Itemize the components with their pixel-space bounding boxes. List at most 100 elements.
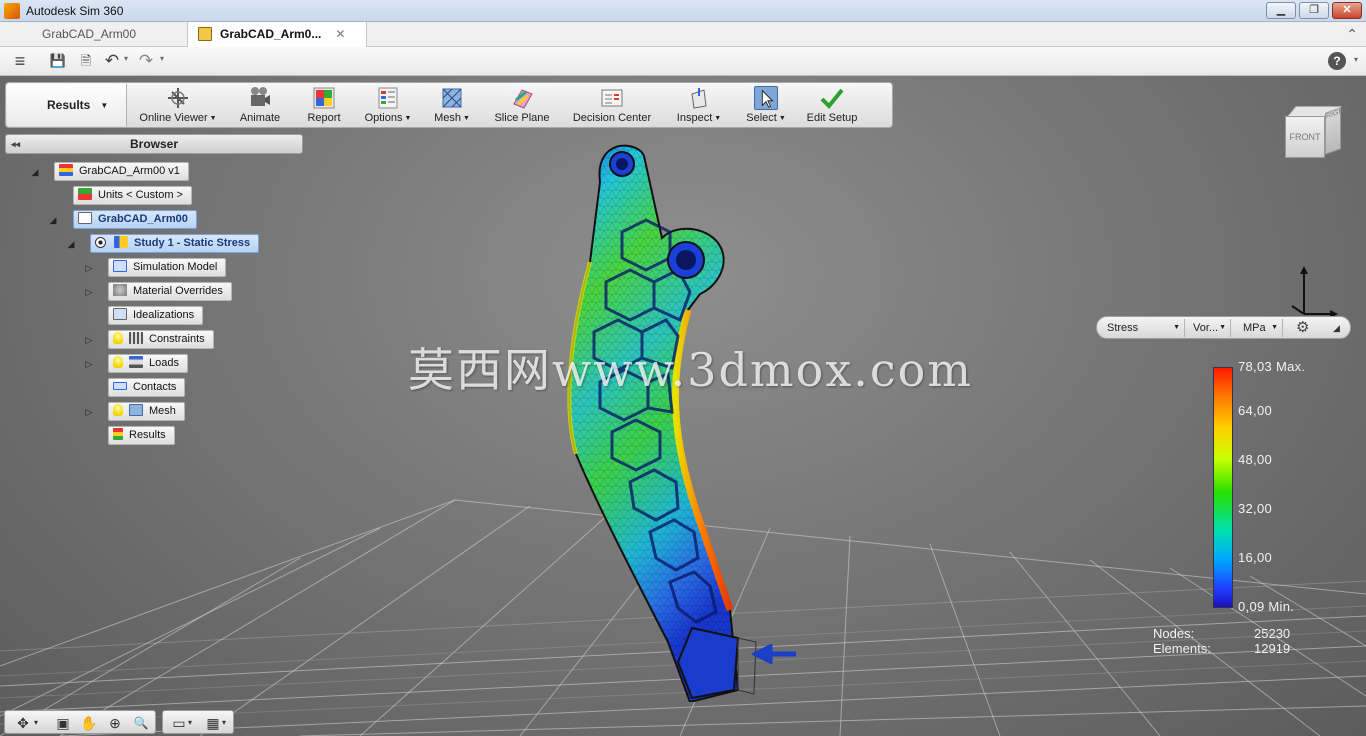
gear-icon[interactable]: ⚙: [1296, 319, 1309, 337]
tab-grabcad-arm0-active[interactable]: GrabCAD_Arm0... ✕: [187, 22, 367, 47]
chevron-down-icon: ▼: [1219, 324, 1226, 331]
window-title: Autodesk Sim 360: [26, 4, 124, 18]
viewcube-right-face[interactable]: RIGHT: [1325, 106, 1348, 155]
viewcube[interactable]: FRONT RIGHT: [1283, 104, 1348, 162]
load-arrow-icon[interactable]: [752, 644, 798, 664]
tab-close-icon[interactable]: ✕: [335, 27, 345, 41]
undo-dropdown-icon[interactable]: ▾: [124, 54, 128, 63]
save-as-icon[interactable]: 🗎: [76, 52, 96, 70]
quick-access-toolbar: ≡ 💾 🗎 ↶ ▾ ↷ ▾ ? ▾: [0, 47, 1366, 76]
viewcube-front-face[interactable]: FRONT: [1285, 116, 1325, 158]
expander-icon[interactable]: ▷: [84, 263, 94, 274]
expander-icon[interactable]: ▷: [84, 359, 94, 370]
contacts-icon: [113, 382, 127, 390]
tree-node-contacts[interactable]: Contacts: [108, 378, 186, 397]
visibility-bulb-icon[interactable]: [113, 404, 123, 416]
workspace-label: Results: [47, 98, 91, 112]
decision-center-label: Decision Center: [572, 112, 652, 124]
options-button[interactable]: Options ▼: [362, 83, 414, 127]
slice-plane-button[interactable]: Slice Plane: [492, 83, 552, 127]
zoom-icon[interactable]: 🔍: [131, 714, 151, 732]
tree-node-constraints[interactable]: Constraints: [108, 330, 214, 349]
close-window-button[interactable]: ✕: [1332, 2, 1362, 19]
collapse-legend-icon[interactable]: ◢: [1333, 319, 1340, 337]
workspace-switcher[interactable]: Results ▼: [7, 84, 127, 126]
edit-setup-icon: [820, 88, 844, 109]
tab-grabcad-arm00[interactable]: GrabCAD_Arm00: [32, 22, 186, 47]
material-icon: [113, 284, 127, 296]
tree-node-mesh[interactable]: Mesh: [108, 402, 185, 421]
result-type-dropdown[interactable]: Stress ▼: [1101, 319, 1185, 337]
tree-node-label: Constraints: [149, 333, 205, 345]
minimize-button[interactable]: ▁: [1266, 2, 1296, 19]
legend-min-label: 0,09 Min.: [1238, 599, 1295, 614]
online-viewer-button[interactable]: Online Viewer ▼: [136, 83, 220, 127]
expander-icon[interactable]: ▷: [84, 407, 94, 418]
inspect-button[interactable]: Inspect ▼: [672, 83, 726, 127]
main-menu-icon[interactable]: ≡: [10, 52, 30, 70]
grid-dropdown-icon[interactable]: ▾: [219, 714, 229, 732]
active-study-radio-icon[interactable]: [95, 237, 106, 248]
select-label: Select: [746, 112, 777, 124]
animate-button[interactable]: Animate: [234, 83, 286, 127]
legend-tick-label: 64,00: [1238, 403, 1273, 418]
visibility-bulb-icon[interactable]: [113, 332, 123, 344]
expander-icon[interactable]: ▷: [84, 287, 94, 298]
pan-icon[interactable]: ✋: [79, 714, 99, 732]
mesh-button[interactable]: Mesh ▼: [432, 83, 472, 127]
save-icon[interactable]: 💾: [48, 52, 68, 70]
collapse-ribbon-icon[interactable]: ⌃: [1346, 26, 1358, 43]
display-tools-group: ▭ ▾ ▦ ▾: [162, 710, 234, 734]
restore-button[interactable]: ❐: [1299, 2, 1329, 19]
tree-node-idealizations[interactable]: Idealizations: [108, 306, 204, 325]
expander-icon[interactable]: ◢: [66, 239, 76, 250]
options-icon: [378, 87, 398, 109]
orbit-dropdown-icon[interactable]: ▾: [31, 714, 41, 732]
dropdown-arrow-icon: ▼: [714, 115, 722, 122]
tree-node-label: Material Overrides: [133, 285, 223, 297]
navigation-bar: ✥ ▾ ▣ ✋ ⊕ 🔍 ▭ ▾ ▦ ▾: [4, 710, 236, 734]
tree-node-results[interactable]: Results: [108, 426, 175, 445]
result-legend-toolbar: Stress ▼ Vor... ▼ MPa ▼ ⚙ ◢: [1096, 316, 1351, 339]
undo-icon[interactable]: ↶: [102, 52, 122, 70]
tree-node-units[interactable]: Units < Custom >: [73, 186, 192, 205]
expander-icon[interactable]: ◢: [30, 167, 40, 178]
tree-node-material-overrides[interactable]: Material Overrides: [108, 282, 232, 301]
nodes-value: 25230: [1254, 626, 1291, 641]
look-at-icon[interactable]: ▣: [53, 714, 73, 732]
display-dropdown-icon[interactable]: ▾: [185, 714, 195, 732]
expander-icon[interactable]: ▷: [84, 335, 94, 346]
chevron-down-icon: ▼: [1173, 324, 1180, 331]
stress-result-part[interactable]: [560, 142, 810, 702]
ribbon-toolbar: Results ▼ Online Viewer ▼ Animate Report O…: [5, 82, 893, 128]
unit-dropdown[interactable]: MPa ▼: [1237, 319, 1283, 337]
zoom-window-icon[interactable]: ⊕: [105, 714, 125, 732]
tree-node-simulation-model[interactable]: Simulation Model: [108, 258, 227, 277]
redo-icon[interactable]: ↷: [136, 52, 156, 70]
help-dropdown-icon[interactable]: ▾: [1354, 55, 1358, 64]
edit-setup-button[interactable]: Edit Setup: [802, 83, 862, 127]
report-label: Report: [307, 112, 341, 124]
help-icon[interactable]: ?: [1328, 52, 1346, 70]
tree-node-label: Simulation Model: [133, 261, 218, 273]
tree-node-loads[interactable]: Loads: [108, 354, 188, 373]
report-button[interactable]: Report: [302, 83, 346, 127]
select-icon: [754, 86, 778, 110]
visibility-bulb-icon[interactable]: [113, 356, 123, 368]
redo-dropdown-icon[interactable]: ▾: [160, 54, 164, 63]
orbit-icon[interactable]: ✥: [13, 714, 33, 732]
tree-node-label: Study 1 - Static Stress: [134, 237, 251, 249]
select-button[interactable]: Select ▼: [746, 83, 786, 127]
tree-node-study[interactable]: Study 1 - Static Stress: [90, 234, 260, 253]
navigation-tools-group: ✥ ▾ ▣ ✋ ⊕ 🔍: [4, 710, 156, 734]
collapse-browser-icon[interactable]: ◂◂: [11, 135, 20, 153]
tree-node-design[interactable]: GrabCAD_Arm00 v1: [54, 162, 189, 181]
expander-icon[interactable]: ◢: [48, 215, 58, 226]
tree-node-component[interactable]: GrabCAD_Arm00: [73, 210, 197, 229]
tree-node-label: Contacts: [133, 381, 177, 393]
result-component-dropdown[interactable]: Vor... ▼: [1187, 319, 1231, 337]
results-icon: [59, 164, 73, 176]
tab-label: GrabCAD_Arm00: [42, 27, 137, 41]
decision-center-button[interactable]: Decision Center: [568, 83, 656, 127]
constraints-icon: [129, 332, 143, 344]
